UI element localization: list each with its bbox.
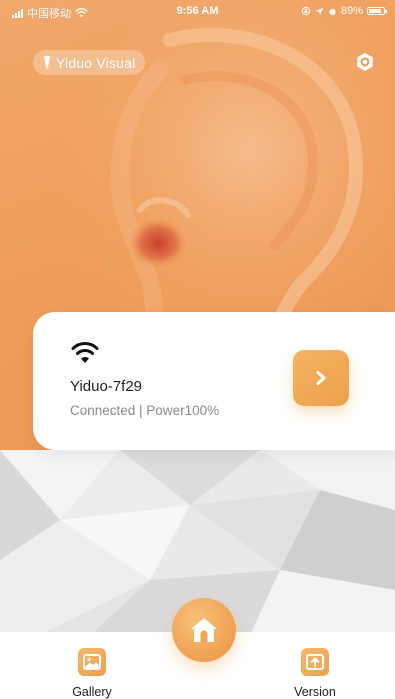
home-button[interactable]: [172, 598, 236, 662]
version-tab[interactable]: Version: [275, 648, 355, 699]
status-bar: 中国移动 9:56 AM 89%: [0, 0, 395, 22]
settings-button[interactable]: [353, 50, 377, 74]
settings-icon: [357, 53, 373, 71]
status-right: 89%: [301, 5, 387, 17]
wifi-icon: [71, 342, 99, 363]
alarm-icon: [329, 8, 336, 15]
chevron-right-icon: [316, 371, 326, 385]
gallery-label: Gallery: [72, 685, 112, 699]
battery-icon: [367, 7, 387, 15]
location-icon: [315, 7, 324, 15]
battery-percent: 89%: [340, 5, 363, 17]
otoscope-icon: [44, 56, 50, 69]
gallery-icon: [78, 648, 106, 676]
upload-icon: [301, 648, 329, 676]
version-label: Version: [294, 685, 336, 699]
lock-rotation-icon: [301, 6, 311, 16]
open-device-button[interactable]: [293, 350, 349, 406]
device-name: Yiduo-7f29: [70, 378, 142, 395]
device-card[interactable]: Yiduo-7f29 Connected | Power100%: [33, 312, 395, 450]
gallery-tab[interactable]: Gallery: [52, 648, 132, 699]
brand-label: Yiduo Visual: [56, 54, 136, 71]
battery-level: [369, 9, 382, 13]
home-icon: [191, 618, 217, 642]
brand-badge: Yiduo Visual: [33, 50, 146, 75]
device-status: Connected | Power100%: [70, 403, 220, 418]
